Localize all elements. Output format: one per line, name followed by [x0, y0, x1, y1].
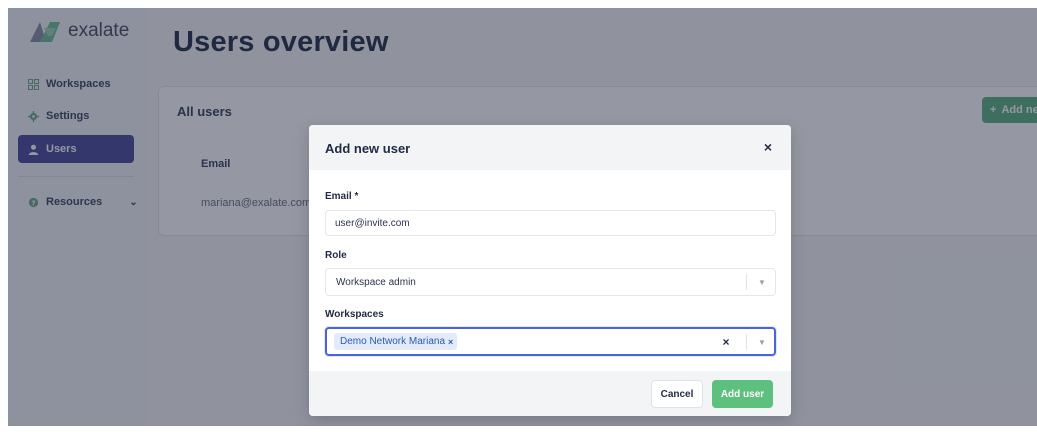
workspaces-multiselect[interactable]: Demo Network Mariana × × ▼: [325, 327, 776, 356]
add-user-button[interactable]: Add user: [712, 380, 773, 408]
modal-header: Add new user ×: [309, 125, 791, 170]
role-selected-value: Workspace admin: [336, 277, 416, 288]
chevron-down-icon[interactable]: ▼: [755, 275, 769, 289]
chip-remove-icon[interactable]: ×: [448, 337, 453, 347]
modal-title: Add new user: [325, 141, 411, 156]
select-separator: [746, 334, 747, 350]
chevron-down-icon[interactable]: ▼: [755, 335, 769, 349]
workspaces-label: Workspaces: [325, 309, 384, 320]
clear-icon[interactable]: ×: [719, 335, 733, 349]
select-separator: [746, 274, 747, 290]
close-icon[interactable]: ×: [759, 138, 777, 156]
workspace-chip: Demo Network Mariana ×: [334, 333, 458, 350]
chip-label: Demo Network Mariana: [340, 336, 446, 347]
role-select[interactable]: Workspace admin ▼: [325, 268, 776, 296]
app-root: exalate Workspaces Settings Users ? Reso…: [8, 8, 1037, 426]
add-user-modal: Add new user × Email * Role Workspace ad…: [309, 125, 791, 416]
email-label: Email *: [325, 191, 359, 202]
cancel-button[interactable]: Cancel: [651, 380, 703, 408]
role-label: Role: [325, 250, 347, 261]
email-field[interactable]: [325, 210, 776, 236]
modal-footer: Cancel Add user: [309, 371, 791, 416]
